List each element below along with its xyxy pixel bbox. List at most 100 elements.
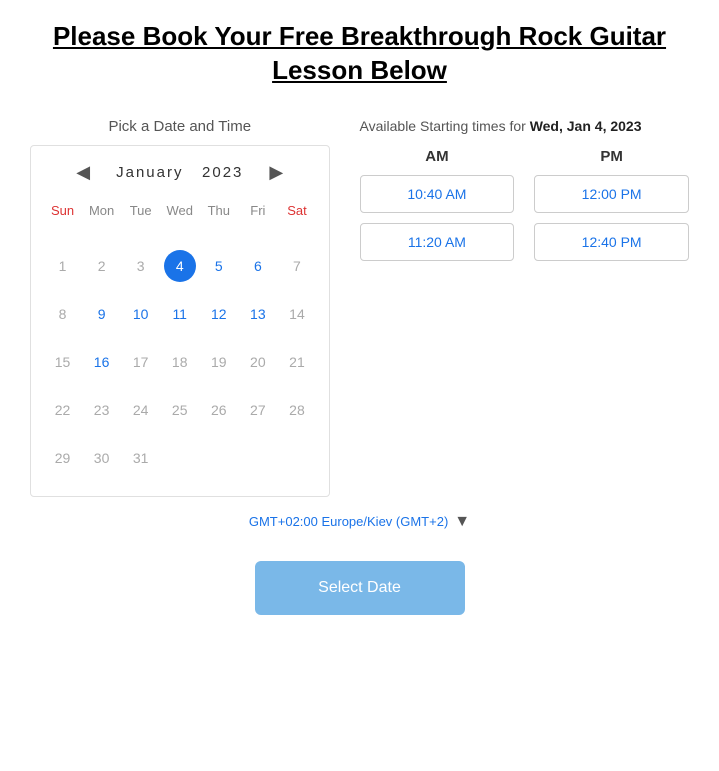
timeslot-columns: AM 10:40 AM 11:20 AM PM 12:00 PM 12:40 PM [360,148,689,271]
table-row: 22 [43,386,82,434]
pm-label: PM [534,148,689,165]
calendar-box: ◀ January 2023 ▶ SunMonTueWedThuFriSat 1… [30,145,330,497]
next-month-button[interactable]: ▶ [263,160,289,185]
calendar-nav: ◀ January 2023 ▶ [43,160,317,185]
cal-header-sat: Sat [277,199,316,226]
day-23: 23 [86,394,118,426]
table-row: 2 [82,242,121,290]
day-12: 12 [203,298,235,330]
timeslot-12:00pm[interactable]: 12:00 PM [534,175,689,213]
table-row: 1 [43,242,82,290]
table-row: 15 [43,338,82,386]
calendar-year: 2023 [202,164,243,181]
day-25: 25 [164,394,196,426]
day-17: 17 [125,346,157,378]
table-row [199,434,238,482]
day-6: 6 [242,250,274,282]
table-row: 25 [160,386,199,434]
table-row[interactable]: 16 [82,338,121,386]
table-row: 31 [121,434,160,482]
day-27: 27 [242,394,274,426]
table-row[interactable]: 10 [121,290,160,338]
table-row [277,434,316,482]
cal-header-thu: Thu [199,199,238,226]
day-1: 1 [47,250,79,282]
table-row[interactable]: 13 [238,290,277,338]
table-row: 26 [199,386,238,434]
table-row [121,226,160,242]
day-15: 15 [47,346,79,378]
am-column: AM 10:40 AM 11:20 AM [360,148,515,271]
table-row [43,226,82,242]
table-row[interactable]: 5 [199,242,238,290]
cal-header-tue: Tue [121,199,160,226]
day-20: 20 [242,346,274,378]
timeslot-12:40pm[interactable]: 12:40 PM [534,223,689,261]
day-21: 21 [281,346,313,378]
table-row [199,226,238,242]
table-row: 21 [277,338,316,386]
day-22: 22 [47,394,79,426]
timeslot-section: Available Starting times for Wed, Jan 4,… [360,118,689,497]
am-label: AM [360,148,515,165]
timezone-label: GMT+02:00 Europe/Kiev (GMT+2) [249,514,448,529]
day-11: 11 [164,298,196,330]
table-row: 18 [160,338,199,386]
timeslot-11:20am[interactable]: 11:20 AM [360,223,515,261]
select-date-button[interactable]: Select Date [255,561,465,615]
table-row: 19 [199,338,238,386]
table-row: 20 [238,338,277,386]
table-row [160,434,199,482]
calendar-month-year: January 2023 [116,164,243,181]
day-8: 8 [47,298,79,330]
day-10: 10 [125,298,157,330]
day-28: 28 [281,394,313,426]
day-26: 26 [203,394,235,426]
calendar-grid: SunMonTueWedThuFriSat 123456789101112131… [43,199,317,482]
timeslot-header-text: Available Starting times for [360,118,530,134]
day-24: 24 [125,394,157,426]
day-19: 19 [203,346,235,378]
cal-header-fri: Fri [238,199,277,226]
calendar-month: January [116,164,183,181]
timeslot-header-date: Wed, Jan 4, 2023 [530,118,642,134]
table-row: 27 [238,386,277,434]
page-title: Please Book Your Free Breakthrough Rock … [30,20,689,88]
pm-column: PM 12:00 PM 12:40 PM [534,148,689,271]
day-2: 2 [86,250,118,282]
cal-header-sun: Sun [43,199,82,226]
table-row [238,226,277,242]
table-row: 23 [82,386,121,434]
timezone-dropdown-icon: ▼ [454,513,470,531]
timeslot-header: Available Starting times for Wed, Jan 4,… [360,118,689,134]
timezone-selector[interactable]: GMT+02:00 Europe/Kiev (GMT+2) ▼ [249,513,470,531]
day-29: 29 [47,442,79,474]
table-row[interactable]: 6 [238,242,277,290]
cal-header-wed: Wed [160,199,199,226]
day-18: 18 [164,346,196,378]
calendar-label: Pick a Date and Time [30,118,330,135]
table-row[interactable]: 11 [160,290,199,338]
table-row [82,226,121,242]
day-9: 9 [86,298,118,330]
table-row[interactable]: 12 [199,290,238,338]
prev-month-button[interactable]: ◀ [70,160,96,185]
day-16: 16 [86,346,118,378]
table-row[interactable]: 4 [160,242,199,290]
table-row: 17 [121,338,160,386]
table-row: 3 [121,242,160,290]
table-row: 28 [277,386,316,434]
day-3: 3 [125,250,157,282]
timeslot-10:40am[interactable]: 10:40 AM [360,175,515,213]
table-row: 30 [82,434,121,482]
day-4: 4 [164,250,196,282]
table-row [160,226,199,242]
table-row [277,226,316,242]
table-row: 29 [43,434,82,482]
table-row: 8 [43,290,82,338]
cal-header-mon: Mon [82,199,121,226]
table-row: 7 [277,242,316,290]
table-row[interactable]: 9 [82,290,121,338]
table-row [238,434,277,482]
table-row: 14 [277,290,316,338]
